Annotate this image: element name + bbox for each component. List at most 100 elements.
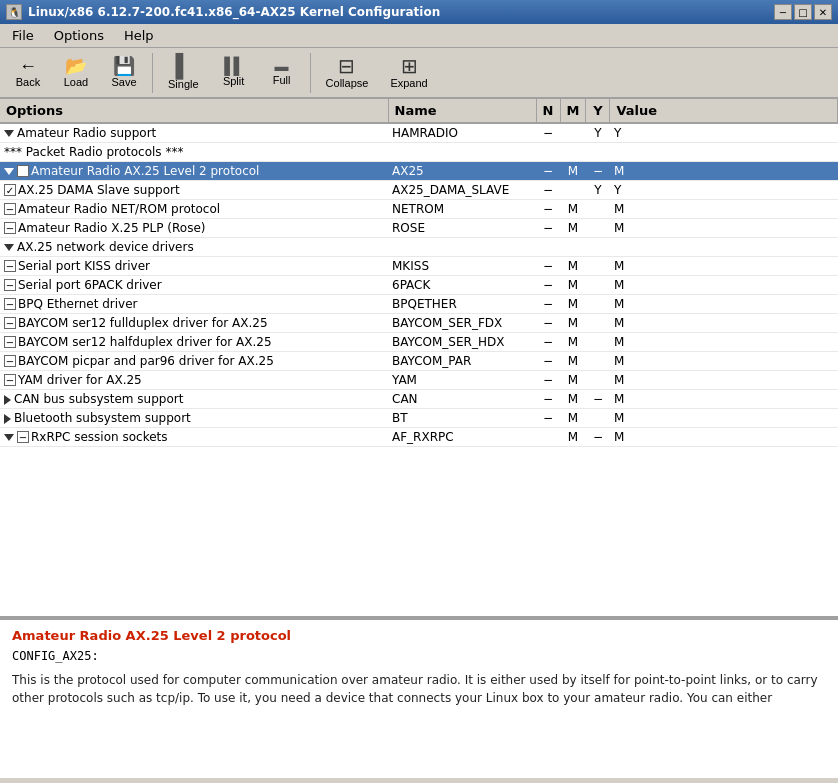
option-label: BAYCOM ser12 fullduplex driver for AX.25 bbox=[18, 316, 268, 330]
option-label: BAYCOM picpar and par96 driver for AX.25 bbox=[18, 354, 274, 368]
n-cell: − bbox=[536, 295, 560, 314]
table-row[interactable]: Bluetooth subsystem supportBT−MM bbox=[0, 409, 838, 428]
full-button[interactable]: ▬ Full bbox=[260, 56, 304, 89]
option-label: Amateur Radio AX.25 Level 2 protocol bbox=[31, 164, 259, 178]
collapse-icon: ⊟ bbox=[338, 56, 355, 76]
m-cell: M bbox=[560, 314, 586, 333]
split-button[interactable]: ▌▌ Split bbox=[212, 55, 256, 90]
checkbox-minus: − bbox=[4, 222, 16, 234]
y-cell bbox=[586, 333, 610, 352]
option-label: BPQ Ethernet driver bbox=[18, 297, 138, 311]
minimize-button[interactable]: − bbox=[774, 4, 792, 20]
table-row[interactable]: −Amateur Radio AX.25 Level 2 protocolAX2… bbox=[0, 162, 838, 181]
y-cell bbox=[586, 219, 610, 238]
titlebar-left: 🐧 Linux/x86 6.12.7-200.fc41.x86_64-AX25 … bbox=[6, 4, 440, 20]
y-cell: Y bbox=[586, 123, 610, 143]
config-key: CONFIG_AX25: bbox=[12, 649, 826, 663]
collapse-arrow bbox=[4, 434, 14, 441]
separator-1 bbox=[152, 53, 153, 93]
description-panel: Amateur Radio AX.25 Level 2 protocol CON… bbox=[0, 618, 838, 778]
n-cell bbox=[536, 238, 560, 257]
table-row[interactable]: AX.25 network device drivers bbox=[0, 238, 838, 257]
value-cell: M bbox=[610, 219, 838, 238]
table-row[interactable]: −RxRPC session socketsAF_RXRPCM−M bbox=[0, 428, 838, 447]
name-cell: AX25_DAMA_SLAVE bbox=[388, 181, 536, 200]
n-cell: − bbox=[536, 352, 560, 371]
n-cell: − bbox=[536, 123, 560, 143]
value-cell: M bbox=[610, 333, 838, 352]
name-cell: YAM bbox=[388, 371, 536, 390]
value-cell: M bbox=[610, 276, 838, 295]
collapse-button[interactable]: ⊟ Collapse bbox=[317, 53, 378, 92]
expand-button[interactable]: ⊞ Expand bbox=[381, 53, 436, 92]
description-title: Amateur Radio AX.25 Level 2 protocol bbox=[12, 628, 826, 643]
table-row[interactable]: −YAM driver for AX.25YAM−MM bbox=[0, 371, 838, 390]
checkbox-minus: − bbox=[4, 260, 16, 272]
options-cell: −YAM driver for AX.25 bbox=[0, 371, 388, 390]
menu-options[interactable]: Options bbox=[46, 26, 112, 45]
table-row[interactable]: Amateur Radio supportHAMRADIO−YY bbox=[0, 123, 838, 143]
load-button[interactable]: 📂 Load bbox=[54, 54, 98, 91]
name-cell bbox=[388, 143, 536, 162]
single-button[interactable]: ▌ Single bbox=[159, 52, 208, 93]
full-icon: ▬ bbox=[275, 59, 289, 73]
table-row[interactable]: −Serial port KISS driverMKISS−MM bbox=[0, 257, 838, 276]
table-row[interactable]: −Amateur Radio NET/ROM protocolNETROM−MM bbox=[0, 200, 838, 219]
option-label: Bluetooth subsystem support bbox=[14, 411, 191, 425]
menu-file[interactable]: File bbox=[4, 26, 42, 45]
back-button[interactable]: ← Back bbox=[6, 54, 50, 91]
description-body: This is the protocol used for computer c… bbox=[12, 671, 826, 707]
close-button[interactable]: ✕ bbox=[814, 4, 832, 20]
load-label: Load bbox=[64, 76, 88, 88]
options-cell: −Amateur Radio NET/ROM protocol bbox=[0, 200, 388, 219]
table-row[interactable]: CAN bus subsystem supportCAN−M−M bbox=[0, 390, 838, 409]
table-row[interactable]: −Amateur Radio X.25 PLP (Rose)ROSE−MM bbox=[0, 219, 838, 238]
name-cell: HAMRADIO bbox=[388, 123, 536, 143]
table-row[interactable]: −BAYCOM ser12 fullduplex driver for AX.2… bbox=[0, 314, 838, 333]
header-name: Name bbox=[388, 99, 536, 123]
checkbox-minus: − bbox=[4, 336, 16, 348]
options-cell: −BAYCOM ser12 halfduplex driver for AX.2… bbox=[0, 333, 388, 352]
m-cell: M bbox=[560, 371, 586, 390]
m-cell: M bbox=[560, 219, 586, 238]
value-cell: M bbox=[610, 409, 838, 428]
header-m: M bbox=[560, 99, 586, 123]
m-cell: M bbox=[560, 333, 586, 352]
window-controls[interactable]: − □ ✕ bbox=[774, 4, 832, 20]
table-row[interactable]: −Serial port 6PACK driver6PACK−MM bbox=[0, 276, 838, 295]
m-cell: M bbox=[560, 200, 586, 219]
m-cell: M bbox=[560, 257, 586, 276]
menu-help[interactable]: Help bbox=[116, 26, 162, 45]
name-cell: BT bbox=[388, 409, 536, 428]
collapse-arrow bbox=[4, 168, 14, 175]
table-row[interactable]: −BAYCOM ser12 halfduplex driver for AX.2… bbox=[0, 333, 838, 352]
checkbox-minus: − bbox=[17, 431, 29, 443]
save-button[interactable]: 💾 Save bbox=[102, 54, 146, 91]
maximize-button[interactable]: □ bbox=[794, 4, 812, 20]
back-label: Back bbox=[16, 76, 40, 88]
option-label: *** Packet Radio protocols *** bbox=[4, 145, 183, 159]
table-row[interactable]: *** Packet Radio protocols *** bbox=[0, 143, 838, 162]
options-cell: −BAYCOM ser12 fullduplex driver for AX.2… bbox=[0, 314, 388, 333]
collapse-label: Collapse bbox=[326, 77, 369, 89]
table-row[interactable]: − BAYCOM picpar and par96 driver for AX.2… bbox=[0, 352, 838, 371]
name-cell: BAYCOM_PAR bbox=[388, 352, 536, 371]
n-cell: − bbox=[536, 333, 560, 352]
config-table-area[interactable]: Options Name N M Y Value Amateur Radio s… bbox=[0, 99, 838, 618]
n-cell: − bbox=[536, 162, 560, 181]
option-label: Amateur Radio NET/ROM protocol bbox=[18, 202, 220, 216]
y-cell bbox=[586, 238, 610, 257]
header-value: Value bbox=[610, 99, 838, 123]
option-label: RxRPC session sockets bbox=[31, 430, 168, 444]
header-y: Y bbox=[586, 99, 610, 123]
collapse-arrow bbox=[4, 130, 14, 137]
table-row[interactable]: −BPQ Ethernet driverBPQETHER−MM bbox=[0, 295, 838, 314]
option-label: AX.25 network device drivers bbox=[17, 240, 194, 254]
options-cell: Amateur Radio support bbox=[0, 123, 388, 143]
options-cell: *** Packet Radio protocols *** bbox=[0, 143, 388, 162]
name-cell: CAN bbox=[388, 390, 536, 409]
save-icon: 💾 bbox=[113, 57, 135, 75]
full-label: Full bbox=[273, 74, 291, 86]
n-cell bbox=[536, 143, 560, 162]
table-row[interactable]: ✓AX.25 DAMA Slave supportAX25_DAMA_SLAVE… bbox=[0, 181, 838, 200]
